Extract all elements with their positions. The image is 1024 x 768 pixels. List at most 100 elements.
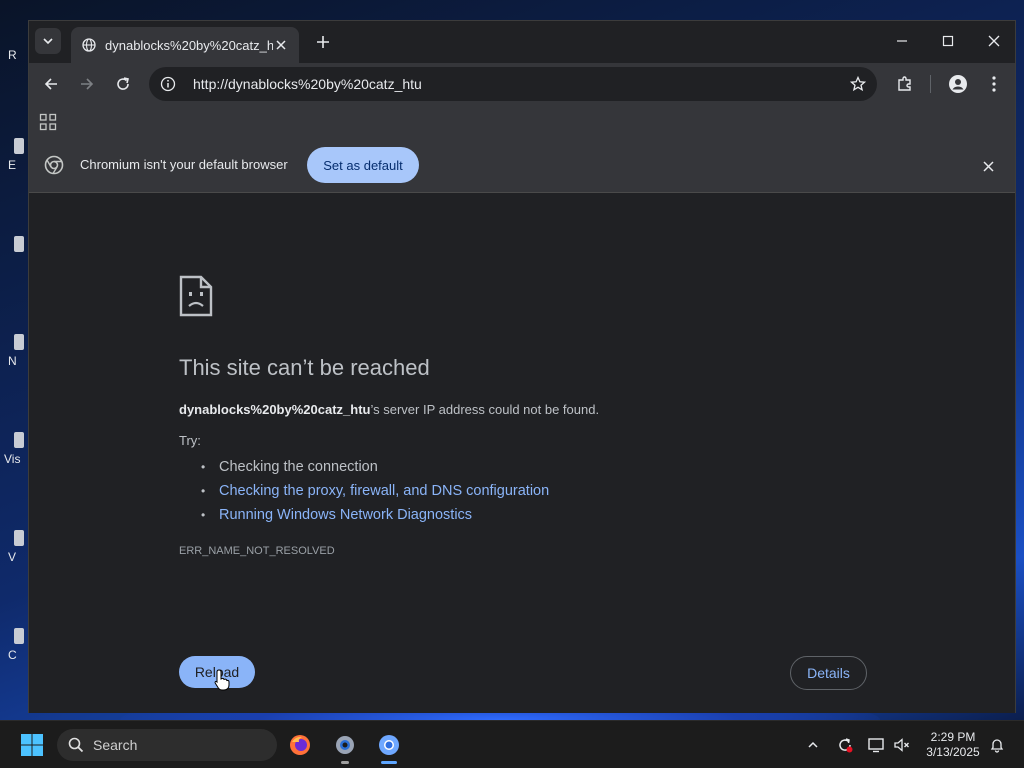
show-hidden-icons-button[interactable] (803, 735, 823, 755)
profile-button[interactable] (944, 70, 972, 98)
browser-tab[interactable]: dynablocks%20by%20catz_htu (71, 27, 299, 63)
address-bar[interactable]: http://dynablocks%20by%20catz_htu (149, 67, 877, 101)
minimize-button[interactable] (879, 21, 925, 61)
bookmark-star-icon[interactable] (849, 75, 867, 93)
desktop-icon[interactable]: N (0, 334, 28, 382)
search-placeholder: Search (93, 737, 138, 753)
hand-cursor-icon (214, 669, 230, 691)
notifications-button[interactable] (987, 735, 1007, 755)
desktop-icon-label: R (8, 48, 17, 62)
default-browser-infobar: Chromium isn't your default browser Set … (29, 139, 1015, 193)
sync-alert-icon (839, 738, 853, 753)
monitor-icon (868, 738, 884, 753)
desktop-icon[interactable]: V (0, 530, 28, 578)
maximize-button[interactable] (925, 21, 971, 61)
new-tab-button[interactable] (311, 30, 335, 54)
network-diagnostics-link[interactable]: Running Windows Network Diagnostics (219, 507, 472, 523)
tab-search-button[interactable] (35, 28, 61, 54)
desktop-icon-label: E (8, 158, 17, 172)
desktop-icon[interactable]: C (0, 628, 28, 676)
url-text[interactable]: http://dynablocks%20by%20catz_htu (193, 76, 849, 92)
taskbar-search[interactable]: Search (57, 729, 277, 761)
settings-taskbar-app[interactable] (329, 729, 361, 764)
extensions-button[interactable] (891, 70, 919, 98)
proxy-firewall-dns-link[interactable]: Checking the proxy, firewall, and DNS co… (219, 483, 549, 499)
desktop-icon-label: Vis (4, 452, 21, 466)
close-window-button[interactable] (971, 21, 1017, 61)
active-indicator (381, 761, 397, 764)
suggestion-item[interactable]: • Checking the proxy, firewall, and DNS … (201, 479, 549, 503)
globe-icon (81, 37, 97, 53)
arrow-right-icon (81, 78, 94, 90)
bullet-icon: • (201, 460, 206, 474)
taskbar-clock[interactable]: 2:29 PM 3/13/2025 (920, 730, 986, 760)
suggestion-text: Checking the connection (219, 459, 378, 475)
forward-button[interactable] (73, 70, 101, 98)
apps-grid-icon[interactable] (39, 113, 57, 131)
speaker-muted-icon (894, 738, 909, 752)
error-host: dynablocks%20by%20catz_htu (179, 402, 371, 417)
display-tray-icon[interactable] (866, 735, 886, 755)
sad-page-icon (179, 275, 213, 317)
bullet-icon: • (201, 484, 206, 498)
desktop-icon-label: N (8, 354, 17, 368)
update-tray-icon[interactable] (835, 735, 855, 755)
error-page: This site can’t be reached dynablocks%20… (29, 193, 1015, 713)
firefox-icon (290, 735, 310, 755)
menu-button[interactable] (980, 70, 1008, 98)
minimize-icon (897, 40, 907, 42)
close-icon (988, 35, 1000, 47)
chromium-taskbar-app[interactable] (373, 729, 405, 764)
desktop-icon[interactable]: R (0, 48, 28, 96)
firefox-taskbar-app[interactable] (284, 729, 316, 761)
details-button[interactable]: Details (790, 656, 867, 690)
desktop-icon-image (14, 138, 24, 154)
bullet-icon: • (201, 508, 206, 522)
bookmarks-bar (29, 105, 1015, 139)
error-description: dynablocks%20by%20catz_htu’s server IP a… (179, 402, 599, 417)
infobar-close-icon[interactable] (979, 157, 997, 175)
back-button[interactable] (37, 70, 65, 98)
suggestion-item[interactable]: • Running Windows Network Diagnostics (201, 503, 549, 527)
chromium-logo-icon (44, 155, 64, 175)
gear-icon (336, 736, 354, 754)
chevron-down-icon (43, 38, 53, 45)
windows-start-icon[interactable] (20, 733, 44, 757)
error-title: This site can’t be reached (179, 355, 430, 380)
chromium-icon (379, 735, 399, 755)
bell-icon (990, 739, 1004, 753)
chevron-up-icon (808, 741, 818, 748)
arrow-left-icon (44, 78, 57, 90)
tab-title: dynablocks%20by%20catz_htu (105, 37, 273, 53)
toolbar-divider (930, 75, 931, 93)
desktop-icon-image (14, 236, 24, 252)
set-as-default-button[interactable]: Set as default (307, 147, 419, 183)
reload-toolbar-button[interactable] (109, 70, 137, 98)
try-label: Try: (179, 433, 201, 448)
title-bar[interactable]: dynablocks%20by%20catz_htu (29, 21, 1015, 63)
infobar-message: Chromium isn't your default browser (80, 157, 288, 172)
maximize-icon (942, 35, 954, 47)
error-description-text: ’s server IP address could not be found. (370, 402, 600, 417)
tab-close-icon[interactable] (273, 37, 289, 53)
desktop-icon[interactable] (0, 236, 28, 284)
plus-icon (317, 36, 329, 48)
desktop-icon[interactable]: Vis (0, 432, 28, 480)
kebab-menu-icon (992, 76, 996, 92)
taskbar: Search 2:29 PM 3/13/2025 (0, 720, 1024, 768)
desktop-icon-label: C (8, 648, 17, 662)
desktop-icon-label: V (8, 550, 17, 564)
desktop-icon-image (14, 530, 24, 546)
error-code: ERR_NAME_NOT_RESOLVED (179, 545, 335, 557)
suggestion-item: • Checking the connection (201, 455, 549, 479)
desktop-icon-image (14, 334, 24, 350)
clock-date: 3/13/2025 (926, 745, 980, 759)
volume-tray-icon[interactable] (892, 735, 912, 755)
info-icon[interactable] (159, 75, 177, 93)
clock-time: 2:29 PM (930, 730, 976, 744)
refresh-icon (117, 77, 129, 90)
browser-window: dynablocks%20by%20catz_htu http://dynabl… (28, 20, 1016, 713)
navigation-toolbar: http://dynablocks%20by%20catz_htu (29, 63, 1015, 105)
suggestions-list: • Checking the connection • Checking the… (201, 455, 549, 527)
desktop-icon[interactable]: E (0, 138, 28, 186)
